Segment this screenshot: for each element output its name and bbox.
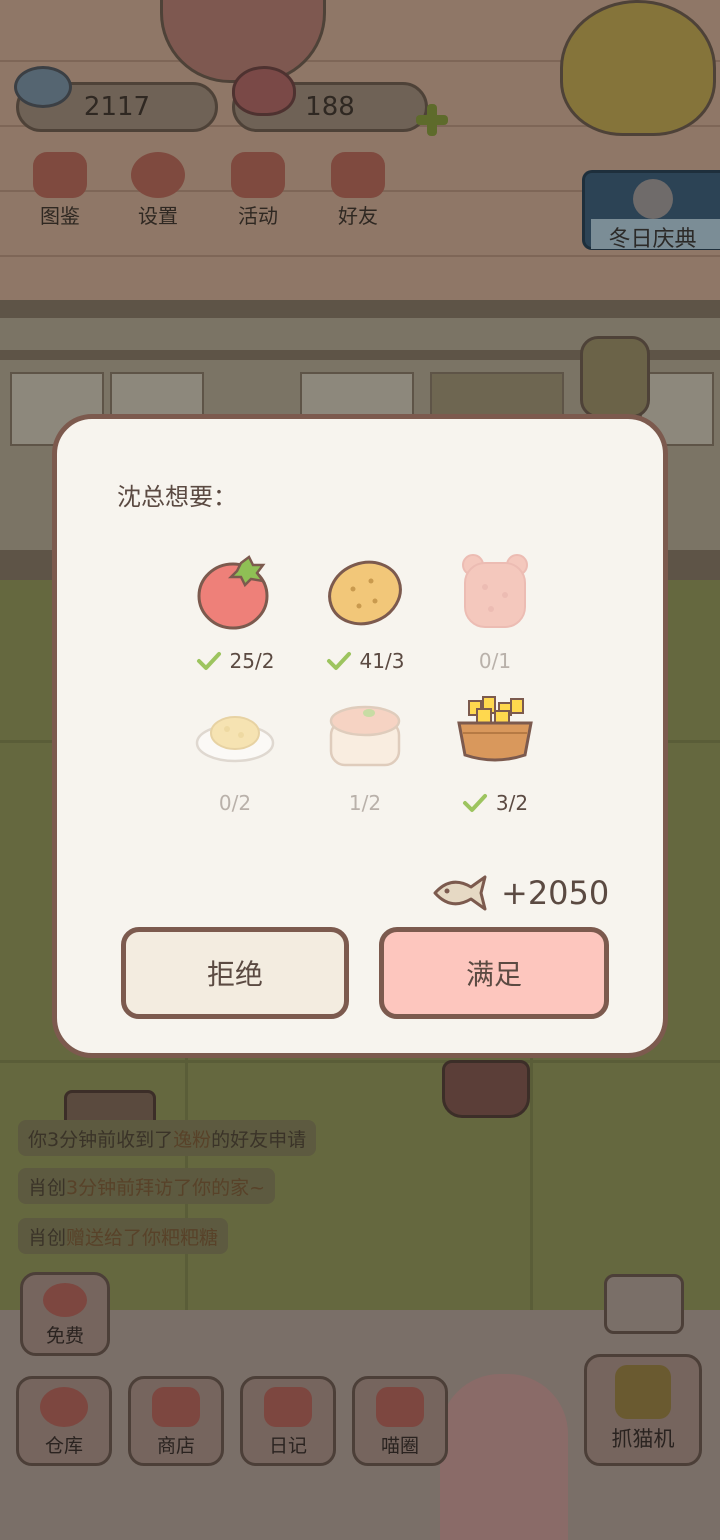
potato-icon — [328, 560, 402, 626]
request-item-potato: 41/3 — [295, 551, 435, 691]
request-dialog: 沈总想要： 25/2 41/3 0/1 0/2 1/2 3/2 +2050 拒绝… — [52, 414, 668, 1058]
cake-icon — [329, 705, 401, 767]
fries-basket-icon — [457, 696, 533, 762]
check-icon — [196, 652, 221, 670]
check-icon — [326, 652, 351, 670]
item-count: 25/2 — [165, 649, 305, 673]
item-count-text: 3/2 — [495, 791, 529, 815]
fish-icon — [433, 875, 487, 911]
accept-label: 满足 — [465, 958, 522, 991]
fried-rice-icon — [195, 716, 275, 763]
item-count: 0/1 — [425, 649, 565, 673]
reward: +2050 — [429, 871, 609, 915]
item-count-text: 0/1 — [478, 649, 512, 673]
request-item-cake: 1/2 — [295, 693, 435, 833]
item-count-text: 25/2 — [229, 649, 275, 673]
accept-button[interactable]: 满足 — [379, 927, 609, 1019]
request-item-tomato: 25/2 — [165, 551, 305, 691]
item-count-text: 41/3 — [359, 649, 405, 673]
request-item-fried-rice: 0/2 — [165, 693, 305, 833]
request-item-gummy-bear: 0/1 — [425, 551, 565, 691]
refuse-button[interactable]: 拒绝 — [121, 927, 349, 1019]
item-count: 1/2 — [295, 791, 435, 815]
item-count: 41/3 — [295, 649, 435, 673]
item-count-text: 0/2 — [218, 791, 252, 815]
item-count-text: 1/2 — [348, 791, 382, 815]
refuse-label: 拒绝 — [206, 958, 263, 991]
gummy-bear-icon — [462, 554, 528, 628]
item-count: 3/2 — [425, 791, 565, 815]
item-count: 0/2 — [165, 791, 305, 815]
tomato-icon — [197, 555, 269, 630]
dialog-title: 沈总想要： — [117, 483, 237, 511]
reward-amount: +2050 — [501, 874, 610, 912]
check-icon — [462, 794, 487, 812]
request-item-fries-basket: 3/2 — [425, 693, 565, 833]
